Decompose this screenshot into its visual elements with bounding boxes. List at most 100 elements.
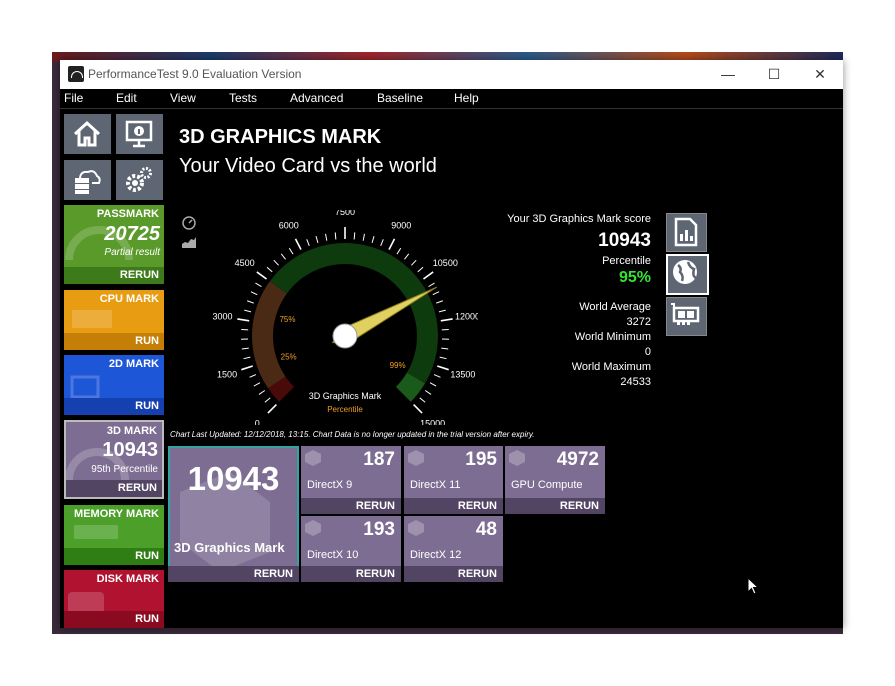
gauge-tick (362, 233, 365, 241)
2d-mark-run[interactable]: RUN (135, 400, 159, 412)
graphics-card-icon (671, 303, 700, 325)
cpu-mark-header: CPU MARK (99, 293, 159, 305)
gauge-hub (332, 323, 358, 349)
directx12-footer[interactable]: RERUN (404, 566, 503, 582)
world-minimum-label: World Minimum (574, 331, 651, 343)
close-button[interactable]: ✕ (797, 60, 843, 89)
gauge-tick-label: 9000 (391, 221, 411, 231)
cpu-mark-card[interactable]: CPU MARK RUN (64, 290, 164, 350)
gauge-tick (325, 233, 328, 241)
3d-mark-card[interactable]: 3D MARK 10943 95th Percentile RERUN (64, 420, 164, 499)
gauge-tick (334, 232, 337, 240)
home-button[interactable] (64, 114, 111, 154)
gauge-tick (267, 404, 277, 414)
directx10-footer[interactable]: RERUN (301, 566, 401, 582)
page-title: 3D GRAPHICS MARK (179, 126, 382, 148)
gauge-tick (241, 365, 253, 371)
directx9-name: DirectX 9 (307, 479, 353, 491)
directx12-tile[interactable]: 48 DirectX 12 RERUN (404, 516, 503, 582)
gpu-compute-footer[interactable]: RERUN (505, 498, 605, 514)
menu-view[interactable]: View (170, 91, 196, 105)
cpu-mark-footer[interactable]: RUN (64, 333, 164, 350)
directx12-name: DirectX 12 (410, 549, 462, 561)
directx10-tile[interactable]: 193 DirectX 10 RERUN (301, 516, 401, 582)
3d-mark-header: 3D MARK (106, 425, 157, 437)
3d-mark-rerun[interactable]: RERUN (118, 482, 157, 494)
settings-button[interactable] (116, 160, 163, 200)
3d-cube-icon (408, 520, 424, 536)
gauge-tick (436, 300, 444, 304)
directx10-name: DirectX 10 (307, 549, 359, 561)
directx11-tile[interactable]: 195 DirectX 11 RERUN (404, 446, 503, 514)
gauge-center-label: 3D Graphics Mark (309, 391, 382, 401)
menu-advanced[interactable]: Advanced (290, 91, 343, 105)
3d-cube-icon (305, 450, 321, 466)
gauge-tick-label: 6000 (279, 221, 299, 231)
directx11-footer[interactable]: RERUN (404, 498, 503, 514)
menu-file[interactable]: File (64, 91, 83, 105)
percentile-label: Percentile (602, 255, 651, 267)
cloud-results-button[interactable] (64, 160, 111, 200)
globe-icon (673, 260, 697, 284)
app-logo-icon (68, 66, 84, 82)
gauge-tick (439, 356, 447, 360)
3d-graphics-mark-rerun[interactable]: RERUN (254, 568, 293, 580)
gpu-compute-tile[interactable]: 4972 GPU Compute RERUN (505, 446, 605, 514)
cpu-mark-run[interactable]: RUN (135, 335, 159, 347)
maximize-button[interactable]: ☐ (751, 60, 797, 89)
2d-mark-card[interactable]: 2D MARK RUN (64, 355, 164, 415)
world-average-value: 3272 (626, 316, 651, 328)
2d-mark-footer[interactable]: RUN (64, 398, 164, 415)
menu-baseline[interactable]: Baseline (377, 91, 423, 105)
2d-mark-header: 2D MARK (108, 358, 159, 370)
disk-mark-run[interactable]: RUN (135, 613, 159, 625)
gauge-percentile-label: 25% (281, 353, 297, 362)
chart-update-note: Chart Last Updated: 12/12/2018, 13:15. C… (170, 430, 535, 439)
world-compare-button[interactable] (666, 254, 709, 295)
gauge-tick (280, 253, 286, 260)
mouse-cursor-icon (747, 577, 759, 595)
directx9-rerun[interactable]: RERUN (356, 500, 395, 512)
menu-edit[interactable]: Edit (116, 91, 137, 105)
memory-mark-footer[interactable]: RUN (64, 548, 164, 565)
3d-graphics-mark-name: 3D Graphics Mark (174, 540, 285, 555)
gauge-tick (371, 235, 375, 243)
3d-graphics-mark-footer[interactable]: RERUN (168, 566, 299, 582)
passmark-sub: Partial result (104, 247, 160, 258)
gauge-tick (396, 247, 402, 255)
report-button[interactable] (666, 213, 707, 252)
passmark-header: PASSMARK (96, 208, 159, 220)
memory-mark-card[interactable]: MEMORY MARK RUN (64, 505, 164, 565)
directx12-rerun[interactable]: RERUN (458, 568, 497, 580)
disk-mark-card[interactable]: DISK MARK RUN (64, 570, 164, 628)
gauge-tick (249, 374, 257, 378)
info-icon (125, 120, 153, 148)
directx11-rerun[interactable]: RERUN (458, 500, 497, 512)
3d-graphics-mark-tile[interactable]: 10943 3D Graphics Mark RERUN (168, 446, 299, 582)
directx9-footer[interactable]: RERUN (301, 498, 401, 514)
gpu-compute-rerun[interactable]: RERUN (560, 500, 599, 512)
gauge-tick (428, 282, 435, 288)
memory-mark-run[interactable]: RUN (135, 550, 159, 562)
3d-mark-footer[interactable]: RERUN (66, 480, 162, 497)
info-button[interactable] (116, 114, 163, 154)
gauge-tick (380, 239, 384, 246)
gauge-tick-label: 0 (255, 419, 260, 425)
disk-mark-footer[interactable]: RUN (64, 611, 164, 628)
menu-help[interactable]: Help (454, 91, 479, 105)
directx10-rerun[interactable]: RERUN (356, 568, 395, 580)
gauge-tick (424, 390, 432, 395)
passmark-rerun[interactable]: RERUN (120, 269, 159, 281)
menu-tests[interactable]: Tests (229, 91, 257, 105)
video-card-button[interactable] (666, 297, 707, 336)
minimize-button[interactable]: — (705, 60, 751, 89)
gauge-tick (404, 253, 410, 260)
gauge-tick (440, 318, 453, 322)
directx9-tile[interactable]: 187 DirectX 9 RERUN (301, 446, 401, 514)
gauge-center-sub: Percentile (327, 405, 363, 414)
passmark-footer[interactable]: RERUN (64, 267, 164, 284)
gauge-tick-label: 1500 (217, 369, 237, 379)
title-bar[interactable]: PerformanceTest 9.0 Evaluation Version —… (60, 60, 843, 89)
passmark-card[interactable]: PASSMARK 20725 Partial result RERUN (64, 205, 164, 284)
3d-graphics-mark-value: 10943 (187, 460, 280, 497)
